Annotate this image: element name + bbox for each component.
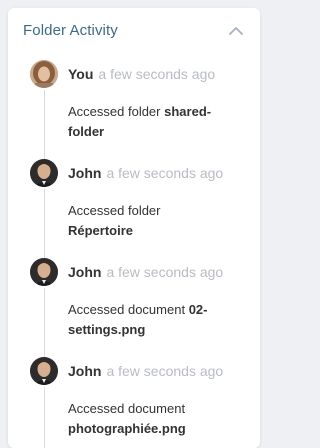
avatar <box>30 60 58 88</box>
woman-avatar-icon <box>30 60 58 88</box>
timeline-connector <box>44 288 45 360</box>
activity-entry: John a few seconds ago Accessed folder Ré… <box>8 159 260 261</box>
timeline-connector <box>44 387 45 448</box>
activity-action: Accessed document <box>68 302 186 317</box>
man-avatar-icon <box>30 159 58 187</box>
man-avatar-icon <box>30 357 58 385</box>
activity-description: Accessed document photographiée.png <box>68 399 218 439</box>
activity-description: Accessed folder shared-folder <box>68 102 218 142</box>
user-name[interactable]: You <box>68 66 93 82</box>
man-avatar-icon <box>30 258 58 286</box>
activity-action: Accessed folder <box>68 203 161 218</box>
timestamp: a few seconds ago <box>106 165 224 181</box>
activity-description: Accessed folder Répertoire <box>68 201 218 241</box>
activity-action: Accessed document <box>68 401 186 416</box>
activity-action: Accessed folder <box>68 104 161 119</box>
activity-entry: John a few seconds ago Accessed document … <box>8 357 260 448</box>
activity-entry: You a few seconds ago Accessed folder sha… <box>8 60 260 162</box>
timestamp: a few seconds ago <box>106 363 224 379</box>
activity-target[interactable]: photographiée.png <box>68 421 186 436</box>
collapse-button[interactable] <box>226 22 246 40</box>
avatar <box>30 159 58 187</box>
timestamp: a few seconds ago <box>106 264 224 280</box>
user-name[interactable]: John <box>68 363 101 379</box>
user-name[interactable]: John <box>68 165 101 181</box>
panel-header: Folder Activity <box>8 8 260 54</box>
avatar <box>30 258 58 286</box>
user-name[interactable]: John <box>68 264 101 280</box>
activity-description: Accessed document 02-settings.png <box>68 300 218 340</box>
timeline-connector <box>44 90 45 162</box>
folder-activity-panel: Folder Activity You a few seconds ago Ac… <box>8 8 260 448</box>
chevron-up-icon <box>229 27 243 35</box>
panel-title: Folder Activity <box>23 22 118 39</box>
timestamp: a few seconds ago <box>98 66 216 82</box>
avatar <box>30 357 58 385</box>
activity-entry: John a few seconds ago Accessed document … <box>8 258 260 360</box>
timeline-connector <box>44 189 45 261</box>
activity-target[interactable]: Répertoire <box>68 223 133 238</box>
